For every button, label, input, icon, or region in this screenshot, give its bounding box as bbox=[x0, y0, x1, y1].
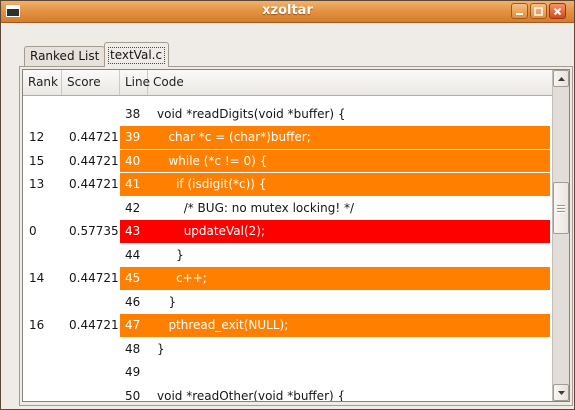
rank-cell: 15 bbox=[29, 153, 45, 168]
arrow-down-icon bbox=[557, 390, 565, 395]
score-cell: 0.44721 bbox=[69, 153, 119, 168]
code-cell: char *c = (char*)buffer; bbox=[148, 126, 550, 149]
grip-line bbox=[557, 210, 565, 212]
line-number-cell: 38 bbox=[125, 106, 141, 121]
rank-cell: 14 bbox=[29, 271, 45, 286]
tab-textval-c[interactable]: textVal.c bbox=[104, 42, 169, 67]
table-header: Rank Score Line Code bbox=[23, 70, 552, 96]
line-number-cell: 45 bbox=[120, 267, 148, 290]
tab-label: Ranked List bbox=[30, 49, 100, 63]
code-cell: pthread_exit(NULL); bbox=[148, 314, 550, 337]
table-row[interactable]: 13 0.44721 41 if (isdigit(*c)) { bbox=[23, 173, 552, 197]
grip-line bbox=[557, 204, 565, 206]
rank-cell bbox=[23, 385, 62, 401]
rank-cell bbox=[23, 361, 62, 384]
rank-cell bbox=[23, 103, 62, 126]
line-number-cell: 48 bbox=[125, 341, 141, 356]
column-header-code[interactable]: Code bbox=[148, 70, 552, 95]
score-cell bbox=[62, 244, 120, 267]
maximize-icon bbox=[534, 6, 543, 16]
line-number-cell: 42 bbox=[125, 200, 141, 215]
code-cell: /* BUG: no mutex locking! */ bbox=[157, 200, 355, 215]
vertical-scrollbar[interactable] bbox=[552, 70, 569, 401]
code-cell: c++; bbox=[148, 267, 550, 290]
column-header-line[interactable]: Line bbox=[120, 70, 150, 95]
table-row[interactable]: 16 0.44721 47 pthread_exit(NULL); bbox=[23, 314, 552, 338]
score-cell: 0.57735 bbox=[69, 224, 119, 239]
app-window: xzoltar Ranked List textVal.c Rank Score… bbox=[0, 0, 575, 410]
table-row[interactable]: 48 } bbox=[23, 338, 552, 362]
table-row[interactable]: 50 void *readOther(void *buffer) { bbox=[23, 385, 552, 401]
code-cell: if (isdigit(*c)) { bbox=[148, 173, 550, 196]
line-number-cell: 44 bbox=[125, 247, 141, 262]
close-button[interactable] bbox=[549, 3, 566, 19]
rank-cell: 16 bbox=[29, 318, 45, 333]
code-cell: while (*c != 0) { bbox=[148, 149, 550, 173]
score-cell: 0.44721 bbox=[69, 271, 119, 286]
scroll-down-button[interactable] bbox=[553, 384, 569, 401]
grip-line bbox=[557, 207, 565, 209]
rank-cell bbox=[23, 291, 62, 314]
code-cell: } bbox=[157, 294, 177, 309]
scrollbar-thumb[interactable] bbox=[553, 182, 569, 234]
tab-page: Rank Score Line Code 38 void *readDigits… bbox=[19, 66, 573, 406]
rank-cell bbox=[23, 244, 62, 267]
table-row[interactable]: 49 bbox=[23, 361, 552, 385]
maximize-button[interactable] bbox=[530, 3, 547, 19]
score-cell bbox=[62, 197, 120, 220]
rank-cell bbox=[23, 338, 62, 361]
scroll-up-button[interactable] bbox=[553, 70, 569, 87]
line-number-cell: 43 bbox=[120, 220, 148, 243]
table-row[interactable]: 44 } bbox=[23, 244, 552, 268]
close-icon bbox=[553, 7, 562, 15]
code-cell bbox=[148, 361, 550, 384]
column-header-score[interactable]: Score bbox=[62, 70, 120, 95]
score-cell bbox=[62, 103, 120, 126]
code-cell: updateVal(2); bbox=[148, 220, 550, 243]
table-row[interactable]: 42 /* BUG: no mutex locking! */ bbox=[23, 197, 552, 221]
code-cell: void *readDigits(void *buffer) { bbox=[157, 106, 346, 121]
tab-label: textVal.c bbox=[108, 47, 165, 64]
minimize-button[interactable] bbox=[511, 3, 528, 19]
score-cell bbox=[62, 338, 120, 361]
table-row[interactable]: 15 0.44721 40 while (*c != 0) { bbox=[23, 149, 552, 174]
line-number-cell: 40 bbox=[120, 149, 148, 173]
source-code-table: Rank Score Line Code 38 void *readDigits… bbox=[22, 69, 570, 402]
line-number-cell: 46 bbox=[125, 294, 141, 309]
line-number-cell: 39 bbox=[120, 126, 148, 149]
table-row[interactable]: 12 0.44721 39 char *c = (char*)buffer; bbox=[23, 126, 552, 150]
line-number-cell: 50 bbox=[125, 388, 141, 401]
score-cell: 0.44721 bbox=[69, 318, 119, 333]
table-row[interactable]: 38 void *readDigits(void *buffer) { bbox=[23, 103, 552, 127]
rank-cell: 13 bbox=[29, 177, 45, 192]
code-cell: } bbox=[157, 341, 165, 356]
table-row[interactable]: 0 0.57735 43 updateVal(2); bbox=[23, 220, 552, 244]
score-cell: 0.44721 bbox=[69, 130, 119, 145]
rank-cell bbox=[23, 197, 62, 220]
table-row[interactable]: 14 0.44721 45 c++; bbox=[23, 267, 552, 291]
score-cell: 0.44721 bbox=[69, 177, 119, 192]
column-header-rank[interactable]: Rank bbox=[23, 70, 62, 95]
line-number-cell: 49 bbox=[125, 365, 141, 380]
title-bar[interactable]: xzoltar bbox=[0, 0, 575, 23]
table-body: 38 void *readDigits(void *buffer) { 12 0… bbox=[23, 96, 552, 401]
score-cell bbox=[62, 291, 120, 314]
minimize-icon bbox=[516, 12, 523, 15]
tab-ranked-list[interactable]: Ranked List bbox=[24, 46, 105, 66]
table-row[interactable]: 46 } bbox=[23, 291, 552, 315]
window-title: xzoltar bbox=[262, 3, 313, 18]
score-cell bbox=[62, 361, 120, 384]
line-number-cell: 47 bbox=[120, 314, 148, 337]
rank-cell: 0 bbox=[29, 224, 37, 239]
rank-cell: 12 bbox=[29, 130, 45, 145]
code-cell: } bbox=[157, 247, 184, 262]
code-cell: void *readOther(void *buffer) { bbox=[157, 388, 346, 401]
arrow-up-icon bbox=[557, 76, 565, 81]
score-cell bbox=[62, 385, 120, 401]
line-number-cell: 41 bbox=[120, 173, 148, 196]
